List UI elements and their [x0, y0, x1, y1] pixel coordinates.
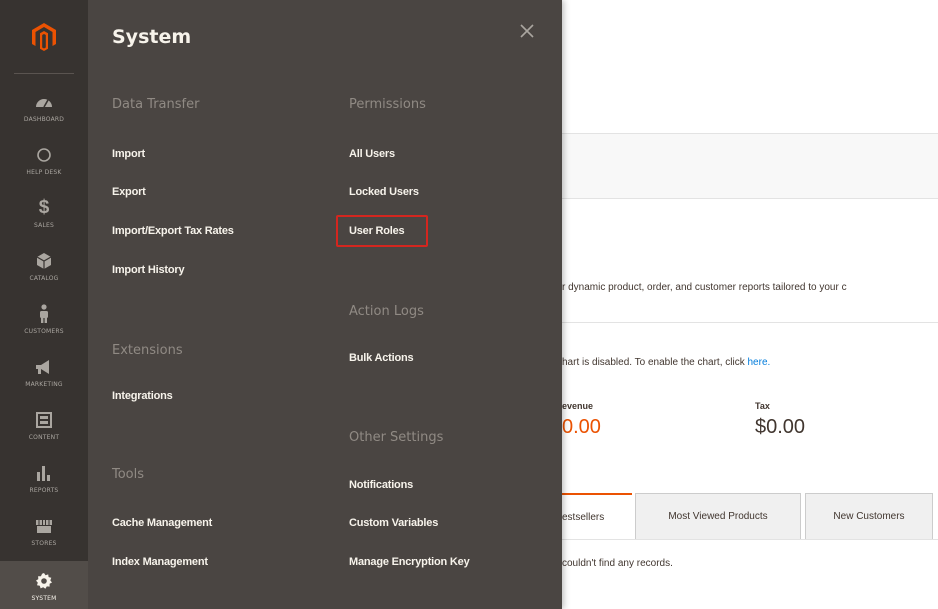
help-desk-icon [36, 143, 52, 167]
chart-disabled-message: hart is disabled. To enable the chart, c… [562, 357, 748, 368]
nav-stores-label: Stores [31, 540, 57, 547]
nav-dashboard-label: Dashboard [23, 116, 65, 123]
link-custom-variables[interactable]: Custom Variables [349, 517, 438, 529]
link-cache-management[interactable]: Cache Management [112, 517, 212, 529]
tax-value: $0.00 [755, 416, 806, 438]
section-data-transfer: Data Transfer [112, 97, 200, 112]
link-integrations[interactable]: Integrations [112, 390, 173, 402]
link-user-roles[interactable]: User Roles [349, 225, 405, 237]
store-icon [35, 514, 53, 538]
link-bulk-actions[interactable]: Bulk Actions [349, 352, 414, 364]
dashboard-header-band [562, 133, 938, 199]
link-import-export-tax-rates[interactable]: Import/Export Tax Rates [112, 225, 234, 237]
megaphone-icon [34, 355, 54, 379]
layout-icon [36, 408, 52, 432]
system-menu-flyout: System Data Transfer Import Export Impor… [88, 0, 562, 609]
nav-customers[interactable]: Customers [0, 292, 88, 345]
section-extensions: Extensions [112, 343, 183, 358]
nav-customers-label: Customers [24, 328, 64, 335]
nav-content-label: Content [28, 434, 60, 441]
tabs-divider [562, 539, 938, 540]
nav-system[interactable]: System [0, 561, 88, 609]
link-import[interactable]: Import [112, 148, 145, 160]
section-permissions: Permissions [349, 97, 426, 112]
nav-reports-label: Reports [29, 487, 59, 494]
nav-stores[interactable]: Stores [0, 504, 88, 557]
tab-most-viewed-products[interactable]: Most Viewed Products [635, 493, 801, 540]
nav-sales[interactable]: $ Sales [0, 186, 88, 239]
cube-icon [36, 249, 52, 273]
nav-system-label: System [31, 594, 57, 602]
nav-content[interactable]: Content [0, 398, 88, 451]
link-export[interactable]: Export [112, 186, 146, 198]
bar-chart-icon [35, 461, 53, 485]
magento-logo[interactable] [0, 0, 88, 74]
chart-disabled-text: hart is disabled. To enable the chart, c… [562, 357, 770, 368]
person-icon [38, 302, 50, 326]
nav-help-desk[interactable]: Help Desk [0, 133, 88, 186]
magento-logo-icon [32, 23, 56, 51]
revenue-value: 0.00 [562, 416, 601, 438]
link-locked-users[interactable]: Locked Users [349, 186, 419, 198]
link-import-history[interactable]: Import History [112, 264, 185, 276]
section-other-settings: Other Settings [349, 430, 444, 445]
link-manage-encryption-key[interactable]: Manage Encryption Key [349, 556, 470, 568]
divider [562, 322, 938, 323]
enable-chart-link[interactable]: here. [747, 357, 770, 368]
close-button[interactable] [518, 22, 536, 40]
nav-catalog-label: Catalog [29, 275, 59, 282]
nav-sales-label: Sales [34, 222, 54, 229]
nav-marketing-label: Marketing [25, 381, 63, 388]
admin-sidebar: Dashboard Help Desk $ Sales Catalog Cust… [0, 0, 88, 609]
section-tools: Tools [112, 467, 145, 482]
link-index-management[interactable]: Index Management [112, 556, 208, 568]
dashboard-icon [35, 90, 53, 114]
advanced-reports-text: r dynamic product, order, and customer r… [562, 282, 847, 293]
tab-new-customers[interactable]: New Customers [805, 493, 933, 540]
revenue-label: evenue [562, 401, 594, 411]
no-records-text: couldn't find any records. [562, 558, 673, 569]
close-icon [520, 24, 534, 38]
section-action-logs: Action Logs [349, 304, 424, 319]
flyout-title: System [112, 26, 192, 48]
tab-bestsellers[interactable]: estsellers [562, 493, 632, 540]
nav-dashboard[interactable]: Dashboard [0, 80, 88, 133]
nav-catalog[interactable]: Catalog [0, 239, 88, 292]
link-notifications[interactable]: Notifications [349, 479, 413, 491]
dollar-icon: $ [38, 197, 50, 218]
tax-label: Tax [755, 401, 770, 411]
nav-marketing[interactable]: Marketing [0, 345, 88, 398]
nav-help-desk-label: Help Desk [26, 169, 62, 176]
nav-reports[interactable]: Reports [0, 451, 88, 504]
gear-icon [35, 569, 53, 593]
link-all-users[interactable]: All Users [349, 148, 395, 160]
